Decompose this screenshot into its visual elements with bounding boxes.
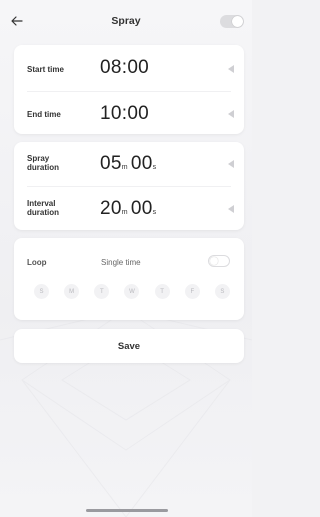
spray-duration-label: Spray duration [27, 154, 87, 172]
interval-minutes-value: 20 [100, 198, 122, 219]
day-saturday[interactable]: S [214, 284, 230, 299]
day-sunday[interactable]: S [34, 284, 49, 299]
end-time-value: 10:00 [100, 103, 150, 124]
end-time-row[interactable]: End time 10:00 [14, 90, 244, 138]
toggle-knob [232, 16, 243, 27]
duration-card: Spray duration 05m 00s Interval duration … [14, 142, 244, 230]
spray-duration-row[interactable]: Spray duration 05m 00s [14, 142, 244, 190]
start-time-row[interactable]: Start time 08:00 [14, 45, 244, 93]
day-wednesday[interactable]: W [124, 284, 140, 299]
end-time-label: End time [27, 110, 61, 119]
interval-duration-label-line1: Interval [27, 199, 56, 208]
start-time-value: 08:00 [100, 57, 150, 78]
second-unit: s [152, 209, 157, 216]
single-time-toggle[interactable] [208, 255, 230, 267]
interval-duration-arrow-icon [228, 205, 234, 213]
spray-enable-toggle[interactable] [220, 15, 244, 28]
day-tuesday[interactable]: T [94, 284, 110, 299]
spray-duration-value: 05m 00s [100, 153, 159, 175]
minute-unit: m [121, 209, 128, 216]
spray-minutes-value: 05 [100, 153, 122, 174]
header: Spray [0, 0, 252, 44]
interval-duration-label: Interval duration [27, 199, 87, 217]
day-monday[interactable]: M [64, 284, 80, 299]
day-friday[interactable]: F [184, 284, 200, 299]
spray-duration-label-line1: Spray [27, 154, 50, 163]
loop-card: Loop Single time S M T W T F S [14, 238, 244, 320]
screen: Spray Start time 08:00 End time 10:00 Sp… [0, 0, 252, 517]
end-time-arrow-icon [228, 110, 234, 118]
page-title: Spray [111, 15, 141, 27]
home-indicator [86, 509, 168, 512]
toggle-knob [210, 257, 218, 265]
second-unit: s [152, 164, 157, 171]
save-button[interactable]: Save [14, 329, 244, 363]
interval-seconds-value: 00 [130, 198, 153, 219]
loop-label: Loop [27, 258, 47, 267]
spray-duration-label-line2: duration [27, 163, 59, 172]
minute-unit: m [121, 164, 128, 171]
weekday-selector: S M T W T F S [34, 284, 230, 300]
start-time-label: Start time [27, 65, 64, 74]
interval-duration-value: 20m 00s [100, 198, 159, 220]
single-time-label: Single time [101, 258, 141, 267]
interval-duration-row[interactable]: Interval duration 20m 00s [14, 185, 244, 233]
day-thursday[interactable]: T [154, 284, 170, 299]
spray-seconds-value: 00 [130, 153, 153, 174]
start-time-arrow-icon [228, 65, 234, 73]
schedule-card: Start time 08:00 End time 10:00 [14, 45, 244, 134]
spray-duration-arrow-icon [228, 160, 234, 168]
interval-duration-label-line2: duration [27, 208, 59, 217]
